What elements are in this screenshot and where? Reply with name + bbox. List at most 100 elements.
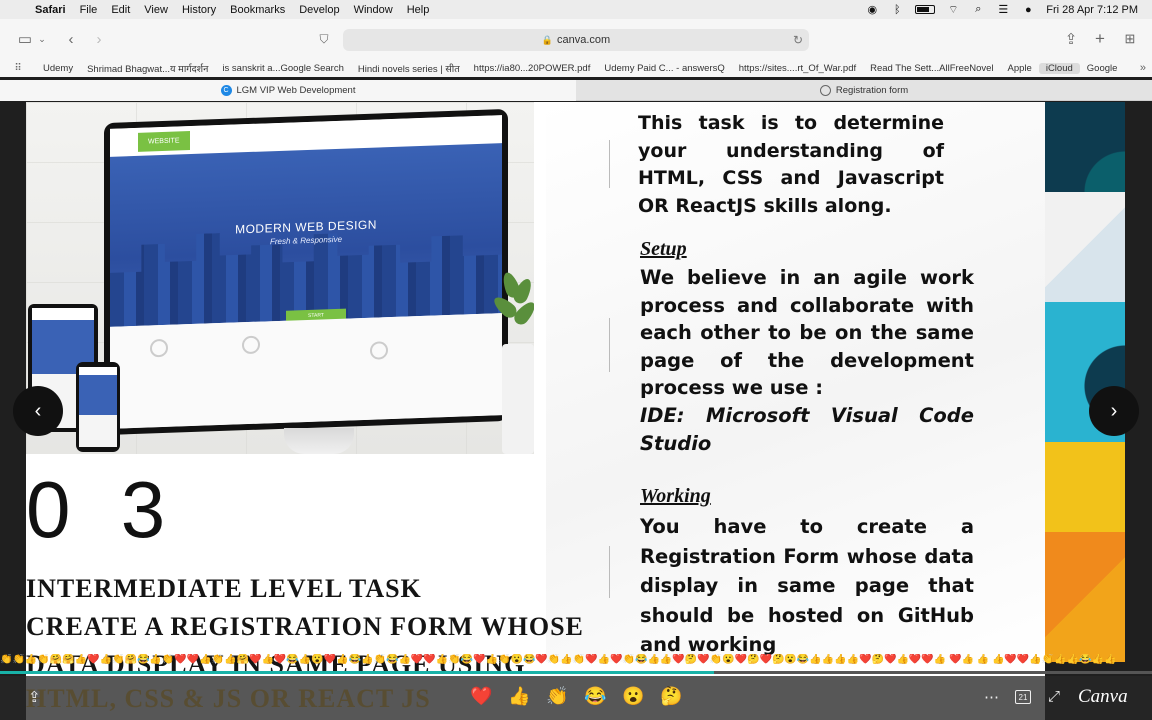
- control-center-icon[interactable]: ☰: [996, 4, 1010, 16]
- laugh-reaction-button[interactable]: 😂: [584, 686, 606, 707]
- macos-menu-bar: Safari File Edit View History Bookmarks …: [0, 0, 1152, 19]
- mock-site-hero: MODERN WEB DESIGN Fresh & Responsive STA…: [110, 143, 502, 327]
- url-text: canva.com: [557, 34, 611, 46]
- more-favorites-icon[interactable]: »: [1140, 62, 1146, 74]
- chevron-left-icon: ‹: [34, 399, 42, 422]
- favorite-link[interactable]: iCloud: [1038, 62, 1080, 74]
- tab-registration-form[interactable]: Registration form: [576, 80, 1152, 101]
- ide-paragraph: IDE: Microsoft Visual Code Studio: [640, 404, 974, 455]
- live-reactions-strip: 👏👏👍👏🤗🤗👍❤️👍👏🤗😂👍👏❤️❤️👍👏👍🤗❤️👍❤️😂👍😮❤️👍😂👍👏😂👍❤…: [0, 654, 1117, 665]
- privacy-shield-icon[interactable]: ⛉: [313, 28, 335, 50]
- tab-lgm-vip[interactable]: C LGM VIP Web Development: [0, 80, 576, 101]
- favorite-link[interactable]: Read The Sett...AllFreeNovel: [863, 63, 1000, 74]
- presentation-progress-bar: [0, 671, 1152, 674]
- slide-heading-line: INTERMEDIATE LEVEL TASK: [26, 574, 422, 603]
- surprised-reaction-button[interactable]: 😮: [622, 686, 644, 707]
- new-tab-icon[interactable]: +: [1089, 28, 1111, 50]
- favorite-link[interactable]: Apple: [1001, 63, 1039, 74]
- favorite-link[interactable]: Udemy Paid C... - answersQ: [597, 63, 731, 74]
- chevron-right-icon: ›: [1110, 399, 1118, 422]
- intro-paragraph: This task is to determine your understan…: [638, 112, 944, 217]
- menu-window[interactable]: Window: [347, 4, 400, 16]
- status-icons: ◉ ᛒ ⌔ ⌕ ☰ ● Fri 28 Apr 7:12 PM: [865, 3, 1152, 16]
- share-icon[interactable]: ⇪: [28, 688, 41, 706]
- chevron-down-icon[interactable]: ⌄: [36, 28, 48, 50]
- slide-heading-line: CREATE A REGISTRATION FORM WHOSE: [26, 612, 584, 641]
- tab-overview-icon[interactable]: ⊞: [1119, 28, 1141, 50]
- mock-site-lower: [110, 313, 502, 429]
- siri-icon[interactable]: ●: [1021, 4, 1035, 16]
- presentation-controls: HTML, CSS & JS OR REACT JS ⇪ ❤️ 👍 👏 😂 😮 …: [0, 676, 1152, 720]
- menu-help[interactable]: Help: [400, 4, 437, 16]
- geometric-side-panel: [1045, 102, 1125, 662]
- battery-icon[interactable]: [915, 5, 936, 14]
- browser-toolbar: ▭ ⌄ ‹ › ⛉ 🔒 canva.com ↻ ⇪ + ⊞: [0, 19, 1152, 59]
- favorite-link[interactable]: Udemy: [36, 63, 80, 74]
- share-icon[interactable]: ⇪: [1060, 28, 1082, 50]
- divider-line: [609, 140, 610, 188]
- favorite-link[interactable]: Shrimad Bhagwat...य मार्गदर्शन: [80, 62, 215, 75]
- working-paragraph: You have to create a Registration Form w…: [640, 515, 974, 656]
- favorite-link[interactable]: https://ia80...20POWER.pdf: [467, 63, 598, 74]
- mock-site-badge: WEBSITE: [138, 130, 190, 152]
- spotlight-search-icon[interactable]: ⌕: [971, 3, 985, 15]
- working-title: Working: [640, 485, 711, 507]
- sidebar-toggle-icon[interactable]: ▭: [14, 28, 36, 50]
- slide-heading-line: HTML, CSS & JS OR REACT JS: [26, 684, 431, 713]
- monitor-screen: WEBSITE MODERN WEB DESIGN Fresh & Respon…: [110, 115, 502, 429]
- menu-app-name[interactable]: Safari: [28, 4, 73, 16]
- mock-feature-icon: [370, 341, 388, 360]
- setup-title: Setup: [640, 238, 687, 260]
- menu-edit[interactable]: Edit: [104, 4, 137, 16]
- tab-bar: C LGM VIP Web Development Registration f…: [0, 80, 1152, 101]
- menu-view[interactable]: View: [137, 4, 175, 16]
- previous-slide-button[interactable]: ‹: [13, 386, 63, 436]
- thinking-reaction-button[interactable]: 🤔: [660, 686, 682, 707]
- monitor-stand: [284, 428, 354, 454]
- lock-icon: 🔒: [541, 34, 553, 45]
- divider-line: [609, 546, 610, 598]
- monitor-illustration: WEBSITE MODERN WEB DESIGN Fresh & Respon…: [104, 108, 508, 436]
- thumbs-up-reaction-button[interactable]: 👍: [508, 686, 530, 707]
- reload-icon[interactable]: ↻: [793, 33, 803, 47]
- favorite-link[interactable]: Hindi novels series | सीत: [351, 62, 467, 75]
- phone-illustration: [76, 362, 120, 452]
- menu-clock[interactable]: Fri 28 Apr 7:12 PM: [1046, 4, 1138, 16]
- favorite-link[interactable]: is sanskrit a...Google Search: [215, 63, 350, 74]
- divider-line: [609, 318, 610, 372]
- favorite-link[interactable]: Google: [1080, 63, 1125, 74]
- slide-count-button[interactable]: 21: [1015, 690, 1031, 704]
- progress-fill: [0, 671, 715, 674]
- mock-feature-icon: [150, 338, 168, 358]
- screen-record-icon[interactable]: ◉: [865, 4, 879, 16]
- canva-presentation-viewer: WEBSITE MODERN WEB DESIGN Fresh & Respon…: [0, 102, 1152, 720]
- favorite-link[interactable]: https://sites....rt_Of_War.pdf: [732, 63, 863, 74]
- clap-reaction-button[interactable]: 👏: [546, 686, 568, 707]
- canva-logo[interactable]: Canva: [1078, 686, 1128, 708]
- more-options-icon[interactable]: ⋯: [984, 688, 999, 706]
- canva-favicon-icon: C: [220, 85, 232, 96]
- devices-photo: WEBSITE MODERN WEB DESIGN Fresh & Respon…: [26, 102, 534, 454]
- plant-illustration: [490, 270, 534, 454]
- menu-file[interactable]: File: [73, 4, 105, 16]
- favorites-grid-icon[interactable]: ⠿: [0, 63, 36, 74]
- slide: WEBSITE MODERN WEB DESIGN Fresh & Respon…: [26, 102, 1045, 720]
- menu-bookmarks[interactable]: Bookmarks: [223, 4, 292, 16]
- fullscreen-icon[interactable]: ⤢: [1048, 688, 1060, 705]
- bluetooth-icon[interactable]: ᛒ: [890, 4, 904, 16]
- mock-feature-icon: [242, 335, 260, 355]
- heart-reaction-button[interactable]: ❤️: [470, 686, 492, 707]
- address-bar[interactable]: 🔒 canva.com ↻: [343, 29, 809, 51]
- tab-label: Registration form: [835, 85, 909, 96]
- forward-arrow-icon[interactable]: ›: [88, 28, 110, 50]
- menu-develop[interactable]: Develop: [292, 4, 346, 16]
- slide-number: 0 3: [26, 465, 180, 554]
- wifi-icon[interactable]: ⌔: [946, 4, 960, 16]
- setup-paragraph: We believe in an agile work process and …: [640, 266, 974, 399]
- next-slide-button[interactable]: ›: [1089, 386, 1139, 436]
- tab-label: LGM VIP Web Development: [236, 85, 356, 96]
- compass-favicon-icon: [819, 85, 831, 96]
- menu-history[interactable]: History: [175, 4, 223, 16]
- favorites-bar: ⠿ Udemy Shrimad Bhagwat...य मार्गदर्शन i…: [0, 59, 1152, 77]
- back-arrow-icon[interactable]: ‹: [60, 28, 82, 50]
